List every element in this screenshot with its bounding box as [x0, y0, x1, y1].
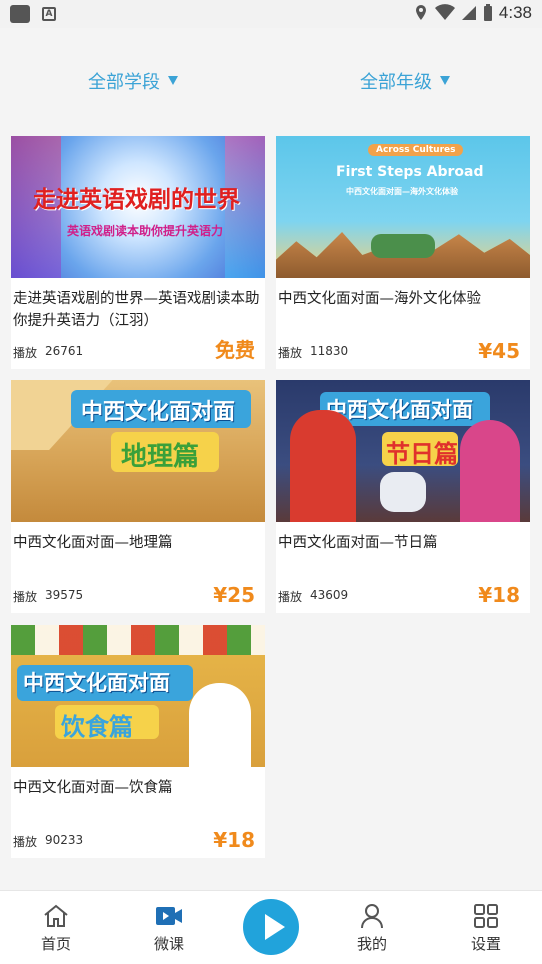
video-icon — [156, 907, 182, 925]
course-thumbnail: 中西文化面对面 地理篇 — [11, 380, 265, 522]
thumb-tag: Across Cultures — [368, 144, 464, 156]
stage-filter-dropdown[interactable]: 全部学段 — [88, 68, 178, 94]
location-icon — [415, 5, 426, 20]
play-count: 播放 26761 — [13, 344, 83, 361]
thumb-title: 走进英语戏剧的世界 — [33, 187, 240, 213]
grade-filter-dropdown[interactable]: 全部年级 — [360, 68, 450, 94]
course-title: 中西文化面对面—饮食篇 — [13, 780, 173, 796]
play-count: 播放 90233 — [13, 833, 83, 850]
play-count-value: 39575 — [45, 588, 84, 602]
play-count-value: 43609 — [310, 588, 349, 602]
nav-micro-label: 微课 — [153, 935, 184, 953]
course-title: 中西文化面对面—海外文化体验 — [278, 291, 481, 307]
course-thumbnail: 中西文化面对面 节日篇 — [276, 380, 530, 522]
signal-icon — [461, 6, 476, 20]
thumb-subtitle: 饮食篇 — [61, 713, 133, 741]
course-card[interactable]: 中西文化面对面 地理篇 中西文化面对面—地理篇 播放 39575 ¥25 — [11, 380, 265, 613]
thumb-title: 中西文化面对面 — [81, 400, 236, 425]
course-price: ¥45 — [478, 339, 520, 363]
nav-mine-label: 我的 — [356, 935, 387, 953]
status-bar: A 4:38 — [0, 0, 542, 28]
grade-filter-label: 全部年级 — [360, 72, 432, 93]
course-title: 中西文化面对面—地理篇 — [13, 535, 173, 551]
course-title: 走进英语戏剧的世界—英语戏剧读本助你提升英语力（江羽） — [13, 291, 260, 329]
play-count-label: 播放 — [278, 590, 303, 604]
course-price: 免费 — [215, 338, 255, 362]
course-thumbnail: 中西文化面对面 饮食篇 — [11, 625, 265, 767]
play-count-value: 26761 — [45, 344, 84, 358]
stage-filter-label: 全部学段 — [88, 72, 160, 93]
play-count-value: 11830 — [310, 344, 349, 358]
course-card[interactable]: Across Cultures First Steps Abroad 中西文化面… — [276, 136, 530, 369]
play-button[interactable] — [243, 899, 299, 955]
dropdown-arrow-icon — [168, 75, 178, 85]
nav-micro-course[interactable]: 微课 — [139, 903, 199, 954]
play-count-value: 90233 — [45, 833, 84, 847]
nav-home[interactable]: 首页 — [26, 903, 86, 954]
bottom-nav: 首页 微课 我的 设置 — [0, 890, 542, 964]
course-price: ¥18 — [213, 828, 255, 852]
status-left: A — [10, 5, 56, 23]
battery-icon — [483, 4, 492, 21]
play-count-label: 播放 — [278, 346, 303, 360]
filter-bar: 全部学段 全部年级 — [0, 28, 542, 132]
course-thumbnail: Across Cultures First Steps Abroad 中西文化面… — [276, 136, 530, 278]
course-price: ¥18 — [478, 583, 520, 607]
wifi-icon — [434, 4, 455, 20]
play-count-label: 播放 — [13, 590, 38, 604]
nav-settings[interactable]: 设置 — [456, 903, 516, 954]
play-icon — [265, 914, 285, 940]
notification-icon — [10, 5, 30, 23]
play-count-label: 播放 — [13, 346, 38, 360]
course-title: 中西文化面对面—节日篇 — [278, 535, 438, 551]
user-icon — [361, 904, 383, 929]
thumb-subtitle: 节日篇 — [386, 440, 458, 468]
course-card[interactable]: 中西文化面对面 节日篇 中西文化面对面—节日篇 播放 43609 ¥18 — [276, 380, 530, 613]
status-right: 4:38 — [413, 3, 532, 23]
thumb-subtitle: 地理篇 — [121, 442, 200, 472]
home-icon — [44, 904, 68, 927]
font-notification-icon: A — [42, 7, 56, 21]
status-time: 4:38 — [498, 3, 532, 22]
nav-home-label: 首页 — [40, 935, 71, 953]
nav-mine[interactable]: 我的 — [342, 903, 402, 954]
course-thumbnail: 走进英语戏剧的世界 英语戏剧读本助你提升英语力 — [11, 136, 265, 278]
course-card[interactable]: 中西文化面对面 饮食篇 中西文化面对面—饮食篇 播放 90233 ¥18 — [11, 625, 265, 858]
thumb-subtitle: 英语戏剧读本助你提升英语力 — [67, 224, 224, 238]
thumb-subtitle: 中西文化面对面—海外文化体验 — [346, 187, 458, 196]
dropdown-arrow-icon — [440, 75, 450, 85]
play-count: 播放 43609 — [278, 588, 348, 605]
play-count: 播放 11830 — [278, 344, 348, 361]
thumb-title: 中西文化面对面 — [23, 671, 170, 695]
play-count-label: 播放 — [13, 835, 38, 849]
course-price: ¥25 — [213, 583, 255, 607]
course-card[interactable]: 走进英语戏剧的世界 英语戏剧读本助你提升英语力 走进英语戏剧的世界—英语戏剧读本… — [11, 136, 265, 369]
play-count: 播放 39575 — [13, 588, 83, 605]
thumb-title: First Steps Abroad — [336, 164, 484, 180]
grid-icon — [474, 904, 498, 928]
nav-settings-label: 设置 — [470, 935, 501, 953]
